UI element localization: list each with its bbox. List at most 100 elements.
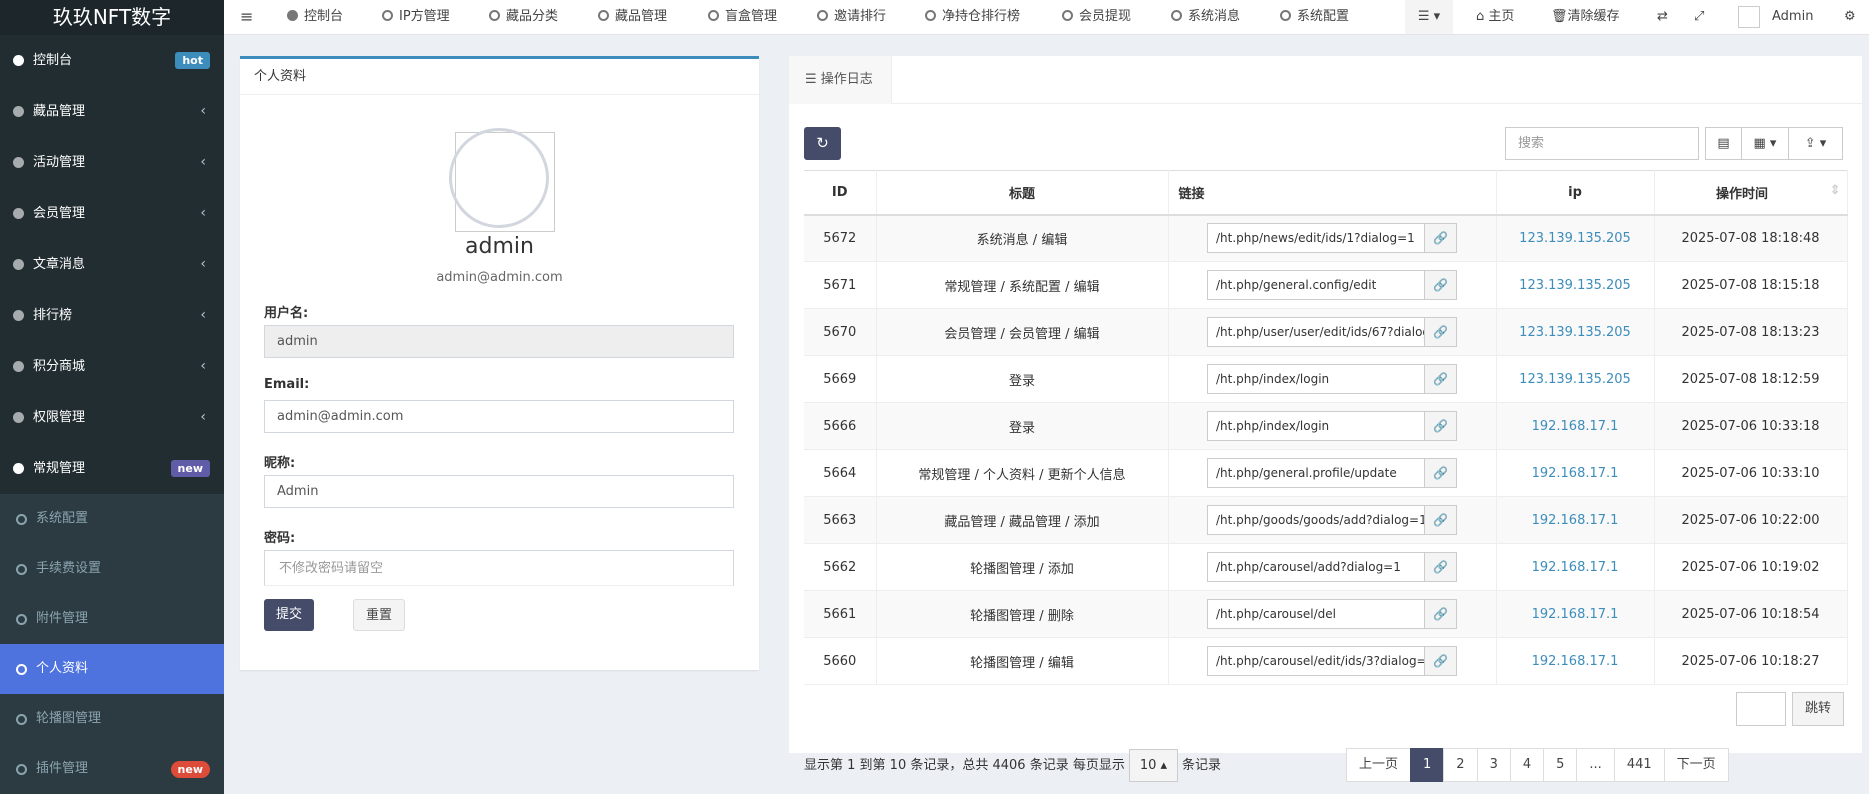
sidebar-item-dashboard[interactable]: 控制台 hot [0,35,224,86]
page-button[interactable]: 3 [1476,748,1511,782]
link-icon[interactable]: 🔗 [1424,318,1456,346]
table-row[interactable]: 5670 会员管理 / 会员管理 / 编辑/ht.php/user/user/ed… [804,308,1848,356]
sidebar-subitem-fee-settings[interactable]: 手续费设置 [0,544,224,594]
tab-position-ranking[interactable]: 净持仓排行榜 [925,0,1020,34]
sidebar-item-permissions[interactable]: 权限管理 ‹ [0,392,224,443]
link-icon[interactable]: 🔗 [1424,600,1456,628]
url-field[interactable]: /ht.php/goods/goods/add?dialog=1 [1208,506,1424,534]
table-row[interactable]: 5671 常规管理 / 系统配置 / 编辑/ht.php/general.conf… [804,261,1848,309]
tab-withdrawals[interactable]: 会员提现 [1062,0,1131,34]
link-icon[interactable]: 🔗 [1424,459,1456,487]
link-icon[interactable]: 🔗 [1424,224,1456,253]
page-button[interactable]: 2 [1443,748,1478,782]
url-field[interactable]: /ht.php/carousel/add?dialog=1 [1208,553,1424,581]
table-row[interactable]: 5662 轮播图管理 / 添加/ht.php/carousel/add?dialo… [804,543,1848,591]
tab-dashboard[interactable]: 控制台 [287,0,343,34]
link-icon[interactable]: 🔗 [1424,647,1456,675]
ip-link[interactable]: 123.139.135.205 [1519,372,1631,387]
link-icon[interactable]: 🔗 [1424,506,1456,534]
jump-button[interactable]: 跳转 [1792,692,1844,726]
nickname-field[interactable]: Admin [264,475,734,508]
tab-system-config[interactable]: 系统配置 [1280,0,1349,34]
table-row[interactable]: 5663 藏品管理 / 藏品管理 / 添加/ht.php/goods/goods/… [804,496,1848,544]
next-page-button[interactable]: 下一页 [1663,748,1729,782]
submit-button[interactable]: 提交 [264,599,315,631]
menu-toggle-icon[interactable]: ≡ [240,0,253,34]
reset-button[interactable]: 重置 [353,599,406,631]
tab-collection-category[interactable]: 藏品分类 [489,0,558,34]
page-button[interactable]: 441 [1613,748,1665,782]
table-row[interactable]: 5666 登录/ht.php/index/login 🔗 192.168.17.1 20… [804,402,1848,450]
columns-button[interactable]: ▦ ▾ [1741,127,1789,160]
sidebar-item-activities[interactable]: 活动管理 ‹ [0,137,224,188]
sidebar-item-articles[interactable]: 文章消息 ‹ [0,239,224,290]
link-icon[interactable]: 🔗 [1424,365,1456,393]
table-row[interactable]: 5660 轮播图管理 / 编辑/ht.php/carousel/edit/ids/… [804,637,1848,685]
search-input[interactable]: 搜索 [1505,127,1699,160]
tab-invite-ranking[interactable]: 邀请排行 [817,0,886,34]
table-row[interactable]: 5664 常规管理 / 个人资料 / 更新个人信息/ht.php/general.… [804,449,1848,497]
tab-system-messages[interactable]: 系统消息 [1171,0,1240,34]
sidebar-subitem-profile[interactable]: 个人资料 [0,644,224,694]
link-icon[interactable]: 🔗 [1424,412,1456,440]
page-button[interactable]: 1 [1410,748,1445,782]
fullscreen-icon[interactable]: ⤢ [1694,0,1704,34]
prev-page-button[interactable]: 上一页 [1346,748,1412,782]
column-header-id[interactable]: ID [804,170,877,216]
sidebar-item-collections[interactable]: 藏品管理 ‹ [0,86,224,137]
user-menu[interactable]: Admin [1738,0,1813,34]
link-icon[interactable]: 🔗 [1424,271,1456,299]
sidebar-item-rankings[interactable]: 排行榜 ‹ [0,290,224,341]
url-field[interactable]: /ht.php/general.config/edit [1208,271,1424,299]
ip-link[interactable]: 123.139.135.205 [1519,325,1631,340]
tab-operation-log[interactable]: ☰ 操作日志 [789,56,892,104]
ip-link[interactable]: 192.168.17.1 [1532,466,1619,481]
column-header-ip[interactable]: ip [1496,170,1655,216]
sidebar-subitem-attachments[interactable]: 附件管理 [0,594,224,644]
link-icon[interactable]: 🔗 [1424,553,1456,581]
clear-cache-button[interactable]: 🗑清除缓存 [1551,0,1620,34]
tab-collections[interactable]: 藏品管理 [598,0,667,34]
tab-dropdown-button[interactable]: ☰ ▾ [1405,0,1453,34]
ip-link[interactable]: 123.139.135.205 [1519,278,1631,293]
url-field[interactable]: /ht.php/general.profile/update [1208,459,1424,487]
table-row[interactable]: 5669 登录/ht.php/index/login 🔗 123.139.135.20… [804,355,1848,403]
sidebar-subitem-system-config[interactable]: 系统配置 [0,494,224,544]
tab-blind-box[interactable]: 盲盒管理 [708,0,777,34]
url-field[interactable]: /ht.php/index/login [1208,365,1424,393]
home-link[interactable]: ⌂ 主页 [1476,0,1514,34]
avatar-ring[interactable] [449,128,549,228]
column-header-time[interactable]: 操作时间 ⇕ [1654,170,1848,216]
url-field[interactable]: /ht.php/news/edit/ids/1?dialog=1 [1208,224,1424,253]
table-row[interactable]: 5672 系统消息 / 编辑/ht.php/news/edit/ids/1?dia… [804,214,1848,262]
sidebar-item-points-mall[interactable]: 积分商城 ‹ [0,341,224,392]
url-field[interactable]: /ht.php/index/login [1208,412,1424,440]
tab-ip-management[interactable]: IP方管理 [382,0,450,34]
sidebar-subitem-carousel[interactable]: 轮播图管理 [0,694,224,744]
ip-link[interactable]: 192.168.17.1 [1532,654,1619,669]
jump-page-input[interactable] [1736,692,1786,726]
sidebar-subitem-plugins[interactable]: 插件管理 new [0,744,224,794]
page-button[interactable]: 4 [1509,748,1545,782]
page-button[interactable]: ... [1576,748,1615,782]
translate-icon[interactable]: ⇄ [1657,0,1668,34]
sidebar-item-members[interactable]: 会员管理 ‹ [0,188,224,239]
password-field[interactable]: 不修改密码请留空 [264,550,734,586]
page-button[interactable]: 5 [1543,748,1578,782]
url-field[interactable]: /ht.php/carousel/del [1208,600,1424,628]
ip-link[interactable]: 192.168.17.1 [1532,607,1619,622]
column-header-title[interactable]: 标题 [876,170,1169,216]
column-header-url[interactable]: 链接 [1168,170,1497,216]
toggle-view-button[interactable]: ▤ [1705,127,1742,160]
email-field[interactable]: admin@admin.com [264,400,734,433]
sort-icon[interactable]: ⇕ [1830,183,1841,198]
gear-icon[interactable]: ⚙ [1844,0,1856,34]
page-size-select[interactable]: 10 ▴ [1128,749,1179,782]
ip-link[interactable]: 192.168.17.1 [1532,513,1619,528]
url-field[interactable]: /ht.php/carousel/edit/ids/3?dialog=1 [1208,647,1424,675]
export-button[interactable]: ⇪ ▾ [1788,127,1843,160]
refresh-button[interactable]: ↻ [804,127,841,160]
ip-link[interactable]: 192.168.17.1 [1532,560,1619,575]
url-field[interactable]: /ht.php/user/user/edit/ids/67?dialog= [1208,318,1424,346]
ip-link[interactable]: 192.168.17.1 [1532,419,1619,434]
